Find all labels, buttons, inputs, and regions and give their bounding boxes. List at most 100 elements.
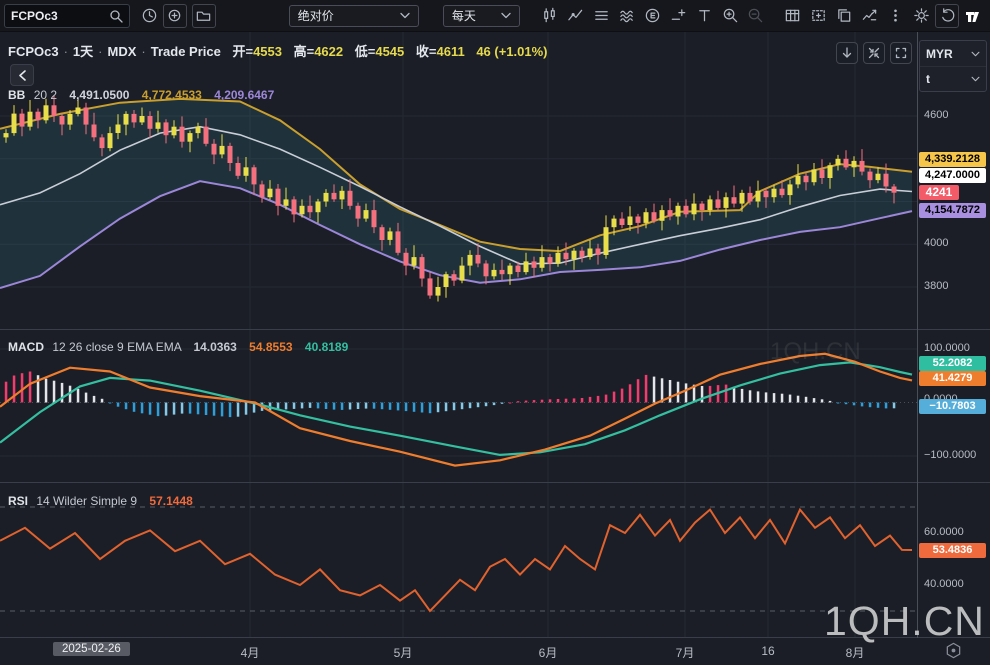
pane-separator[interactable] [0,482,990,483]
price-tick-label: 3800 [924,280,948,292]
settings-gear-icon [913,7,930,24]
patterns-button[interactable] [615,4,639,28]
chevron-left-icon [18,70,27,81]
snapshot-button[interactable] [807,4,831,28]
currency-selector[interactable]: MYR [920,41,986,66]
export-chart-button[interactable] [858,4,882,28]
price-tick-label: 4600 [924,109,948,121]
arrow-down-icon [841,47,853,59]
symbol-name[interactable]: FCPOc3 [8,44,59,59]
symbol-search[interactable]: FCPOc3 [4,4,130,28]
zoom-out-icon [747,7,764,24]
chevron-down-icon [971,51,980,57]
change-value: 46 (+1.01%) [476,44,547,59]
more-options-button[interactable] [884,4,908,28]
high-value: 4622 [314,44,343,59]
collapse-pane-button[interactable] [863,42,885,64]
history-clock-button[interactable] [137,4,161,28]
macd-line-value: 54.8553 [249,340,292,354]
zoom-in-icon [722,7,739,24]
axis-settings[interactable] [944,641,963,665]
zoom-out-button[interactable] [744,4,768,28]
price-axis-badge: 4,247.0000 [919,168,986,183]
chevron-down-icon [400,12,410,19]
rsi-params: 14 Wilder Simple 9 [36,494,137,508]
price-axis-badge: 53.4836 [919,543,986,558]
price-axis-badge: 4241 [919,185,959,200]
indicators-button[interactable] [564,4,588,28]
price-axis-badge: 52.2082 [919,356,986,371]
folder-icon [195,7,212,24]
clock-icon [141,7,158,24]
text-tool-button[interactable] [692,4,716,28]
collapse-arrows-icon [868,47,880,59]
watchlist-folder-button[interactable] [192,4,216,28]
price-axis-badge: 41.4279 [919,371,986,386]
templates-icon [593,7,610,24]
rsi-legend[interactable]: RSI 14 Wilder Simple 9 57.1448 [8,494,193,508]
chevron-down-icon [971,76,980,82]
tv-logo [964,7,982,25]
unit-selector[interactable]: t [920,66,986,91]
price-tick-label: 40.0000 [924,578,964,590]
price-tick-label: 60.0000 [924,526,964,538]
templates-button[interactable] [589,4,613,28]
data-table-icon [784,7,801,24]
price-axis-badge: 4,154.7872 [919,203,986,218]
price-axis-badge: 4,339.2128 [919,152,986,167]
main-price-pane[interactable] [0,32,917,330]
open-value: 4553 [253,44,282,59]
snapshot-icon [810,7,827,24]
bb-legend[interactable]: BB 20 2 4,491.0500 4,772.4533 4,209.6467 [8,88,274,102]
copy-icon [836,7,853,24]
low-value: 4545 [375,44,404,59]
bb-basis-value: 4,491.0500 [69,88,129,102]
compare-plus-icon [166,7,183,24]
close-label: 收= [416,44,437,59]
crosshair-date-badge: 2025-02-26 [53,642,130,656]
symbol-desc: Trade Price [151,44,221,59]
pane-separator[interactable] [0,329,990,330]
price-axis[interactable]: MYR t 460040003800100.00000.0000−100.000… [918,32,990,638]
currency-unit-panel: MYR t [919,40,987,92]
currency-label: MYR [926,47,953,61]
price-scale-dropdown-label: 绝对价 [298,7,334,24]
macd-signal-value: 40.8189 [305,340,348,354]
data-table-button[interactable] [781,4,805,28]
economic-events-button[interactable] [641,4,665,28]
symbol-search-value: FCPOc3 [11,9,58,23]
low-label: 低= [355,44,376,59]
bb-upper-value: 4,772.4533 [142,88,202,102]
close-value: 4611 [436,44,464,59]
pane-controls [836,42,912,64]
scroll-to-recent-button[interactable] [836,42,858,64]
bb-lower-value: 4,209.6467 [214,88,274,102]
price-scale-dropdown[interactable]: 绝对价 [289,5,419,27]
macd-title: MACD [8,340,44,354]
chevron-down-icon [501,12,511,19]
interval-dropdown[interactable]: 每天 [443,5,520,27]
time-axis[interactable]: 2025-02-26 4月5月6月7月168月 [0,638,990,665]
settings-button[interactable] [910,4,934,28]
zoom-in-button[interactable] [718,4,742,28]
symbol-exchange: MDX [108,44,137,59]
more-options-icon [887,7,904,24]
time-tick-label: 6月 [539,644,558,661]
alert-button[interactable] [667,4,691,28]
economic-icon [644,7,661,24]
time-tick-label: 5月 [394,644,413,661]
maximize-frame-icon [895,47,907,59]
time-tick-label: 4月 [241,644,260,661]
undo-button[interactable] [935,4,959,28]
alert-icon [670,7,687,24]
copy-layout-button[interactable] [832,4,856,28]
maximize-pane-button[interactable] [890,42,912,64]
macd-legend[interactable]: MACD 12 26 close 9 EMA EMA 14.0363 54.85… [8,340,348,354]
price-tick-label: 4000 [924,237,948,249]
chart-style-button[interactable] [538,4,562,28]
back-button[interactable] [10,64,34,86]
tradingview-logo-button[interactable] [961,4,985,28]
price-axis-badge: −10.7803 [919,399,986,414]
compare-add-button[interactable] [163,4,187,28]
symbol-interval: 1天 [73,44,93,59]
